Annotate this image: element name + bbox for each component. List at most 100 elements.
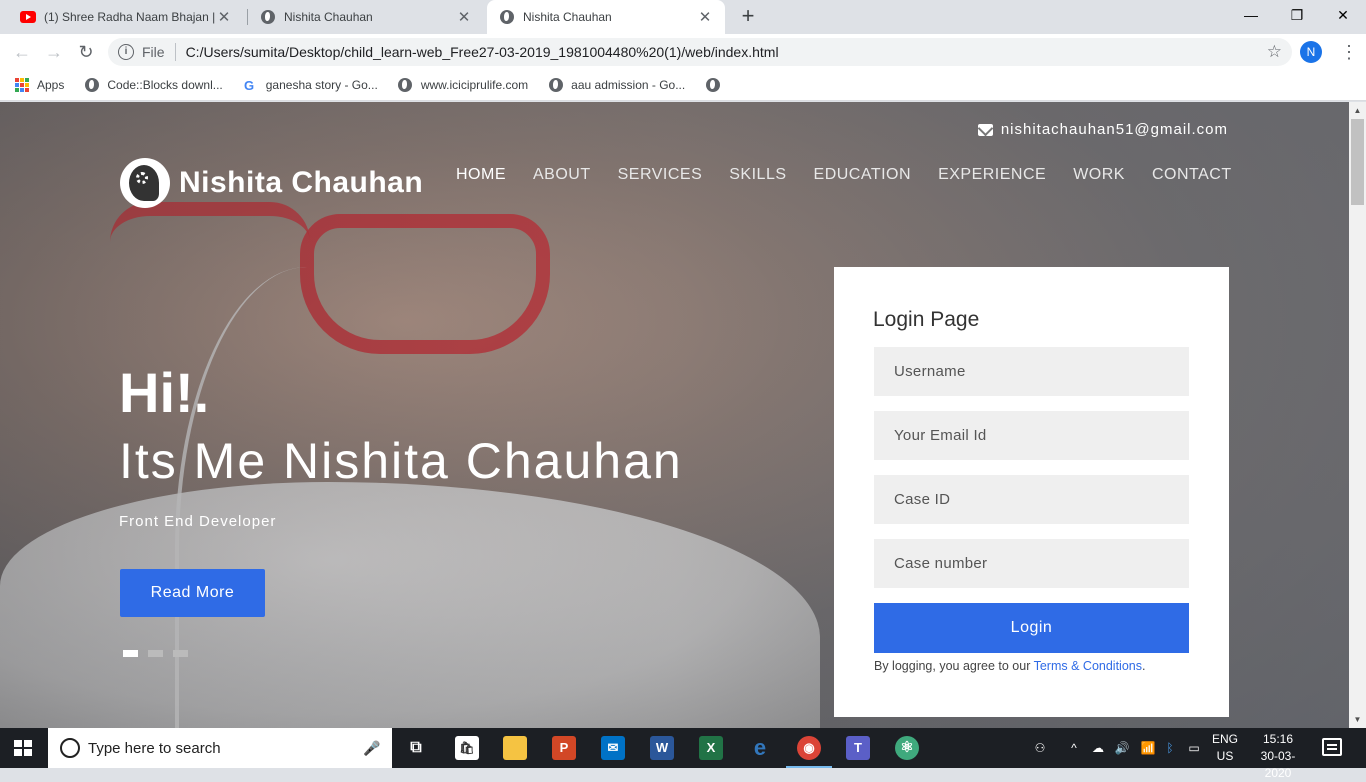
scroll-down-icon[interactable]: ▼ — [1349, 711, 1366, 728]
username-field[interactable]: Username — [874, 347, 1189, 396]
bluetooth-icon[interactable]: ᛒ — [1160, 728, 1180, 768]
teams-icon[interactable]: T — [846, 736, 870, 760]
close-tab-icon[interactable]: ✕ — [697, 8, 713, 26]
new-tab-button[interactable]: + — [736, 4, 760, 30]
clock[interactable]: 15:16 30-03-2020 — [1250, 731, 1306, 782]
lang-bottom: US — [1216, 749, 1234, 763]
google-icon: G — [243, 78, 258, 93]
nav-experience[interactable]: EXPERIENCE — [938, 166, 1046, 184]
globe-icon — [499, 9, 515, 25]
bookmarks-bar: Apps Code::Blocks downl... G ganesha sto… — [0, 70, 1366, 101]
mail-icon — [977, 123, 993, 136]
read-more-button[interactable]: Read More — [120, 569, 265, 617]
case-id-field[interactable]: Case ID — [874, 475, 1189, 524]
tab-youtube[interactable]: (1) Shree Radha Naam Bhajan || S ✕ — [8, 0, 244, 34]
info-icon[interactable]: i — [118, 44, 134, 60]
tab-label: (1) Shree Radha Naam Bhajan || S — [44, 10, 216, 24]
nav-contact[interactable]: CONTACT — [1152, 166, 1232, 184]
atom-icon[interactable]: ⚛ — [895, 736, 919, 760]
nav-about[interactable]: ABOUT — [533, 166, 591, 184]
hero-role: Front End Developer — [119, 513, 277, 530]
bookmark-aau[interactable]: aau admission - Go... — [548, 78, 685, 93]
bookmark-apps[interactable]: Apps — [14, 78, 64, 93]
task-view-icon[interactable]: ⧉ — [404, 736, 428, 760]
file-label: File — [142, 44, 165, 60]
powerpoint-icon[interactable]: P — [552, 736, 576, 760]
forward-button[interactable]: → — [42, 40, 66, 64]
header-email[interactable]: nishitachauhan51@gmail.com — [977, 121, 1228, 138]
battery-icon[interactable]: ▭ — [1184, 728, 1204, 768]
profile-avatar[interactable]: N — [1300, 41, 1322, 63]
bookmark-ganesha[interactable]: G ganesha story - Go... — [243, 78, 378, 93]
nav-services[interactable]: SERVICES — [618, 166, 703, 184]
browser-menu-icon[interactable]: ⋮ — [1340, 40, 1358, 64]
scroll-up-icon[interactable]: ▲ — [1349, 102, 1366, 119]
terms-link[interactable]: Terms & Conditions — [1034, 659, 1142, 673]
tab-nishita-1[interactable]: Nishita Chauhan ✕ — [248, 0, 484, 34]
nav-work[interactable]: WORK — [1073, 166, 1125, 184]
globe-icon — [705, 78, 720, 93]
bookmark-label: ganesha story - Go... — [265, 78, 378, 92]
notification-center-icon[interactable] — [1322, 738, 1342, 756]
case-number-field[interactable]: Case number — [874, 539, 1189, 588]
clock-time: 15:16 — [1262, 732, 1294, 746]
hero-greeting: Hi!. — [119, 361, 210, 424]
language-indicator[interactable]: ENG US — [1210, 731, 1240, 765]
lang-top: ENG — [1211, 732, 1238, 746]
word-icon[interactable]: W — [650, 736, 674, 760]
file-explorer-icon[interactable]: ▬ — [503, 736, 527, 760]
bookmark-codeblocks[interactable]: Code::Blocks downl... — [84, 78, 223, 93]
slider-dot[interactable] — [148, 650, 163, 657]
site-logo[interactable]: Nishita Chauhan — [120, 158, 423, 208]
minimize-button[interactable]: — — [1228, 0, 1274, 30]
close-tab-icon[interactable]: ✕ — [216, 8, 232, 26]
tab-nishita-active[interactable]: Nishita Chauhan ✕ — [487, 0, 725, 34]
bookmark-unnamed[interactable] — [705, 78, 728, 93]
back-button[interactable]: ← — [10, 40, 34, 64]
tab-label: Nishita Chauhan — [284, 10, 373, 24]
windows-start-icon[interactable] — [14, 740, 32, 756]
people-icon[interactable]: ⚇ — [1030, 728, 1050, 768]
slider-dot[interactable] — [173, 650, 188, 657]
mail-icon[interactable]: ✉ — [601, 736, 625, 760]
taskbar-search[interactable]: Type here to search 🎤 — [48, 728, 392, 768]
volume-icon[interactable]: 🔊 — [1112, 728, 1132, 768]
email-text: nishitachauhan51@gmail.com — [1000, 121, 1228, 138]
email-field[interactable]: Your Email Id — [874, 411, 1189, 460]
taskbar: Type here to search 🎤 ⧉ 🛍 ▬ P ✉ W X e ◉ … — [0, 728, 1366, 780]
login-title: Login Page — [873, 308, 980, 331]
store-icon[interactable]: 🛍 — [455, 736, 479, 760]
login-button[interactable]: Login — [874, 603, 1189, 653]
login-card: Login Page Username Your Email Id Case I… — [834, 267, 1229, 717]
excel-icon[interactable]: X — [699, 736, 723, 760]
globe-icon — [398, 78, 413, 93]
wifi-icon[interactable]: 📶 — [1138, 728, 1158, 768]
svg-text:G: G — [244, 78, 254, 92]
terms-text: By logging, you agree to our Terms & Con… — [874, 659, 1145, 673]
chrome-icon[interactable]: ◉ — [797, 736, 821, 760]
reload-button[interactable]: ↻ — [74, 40, 98, 64]
bookmark-label: www.iciciprulife.com — [420, 78, 529, 92]
nav-home[interactable]: HOME — [456, 166, 506, 184]
globe-icon — [548, 78, 563, 93]
edge-icon[interactable]: e — [748, 736, 772, 760]
scroll-thumb[interactable] — [1351, 119, 1364, 205]
tray-chevron-icon[interactable]: ^ — [1066, 728, 1082, 768]
page-scrollbar[interactable]: ▲ ▼ — [1349, 102, 1366, 728]
microphone-icon[interactable]: 🎤 — [360, 740, 384, 757]
bookmark-star-icon[interactable]: ☆ — [1267, 42, 1282, 62]
address-bar[interactable]: i File C:/Users/sumita/Desktop/child_lea… — [108, 38, 1292, 66]
maximize-button[interactable]: ❐ — [1274, 0, 1320, 30]
slider-dots — [123, 650, 198, 657]
nav-skills[interactable]: SKILLS — [729, 166, 786, 184]
tab-strip: (1) Shree Radha Naam Bhajan || S ✕ Nishi… — [0, 0, 1366, 34]
close-window-button[interactable]: ✕ — [1320, 0, 1366, 30]
onedrive-icon[interactable]: ☁ — [1088, 728, 1108, 768]
url-text[interactable]: C:/Users/sumita/Desktop/child_learn-web_… — [186, 44, 1267, 60]
brain-head-icon — [120, 158, 170, 208]
close-tab-icon[interactable]: ✕ — [456, 8, 472, 26]
slider-dot[interactable] — [123, 650, 138, 657]
youtube-icon — [20, 9, 36, 25]
nav-education[interactable]: EDUCATION — [814, 166, 912, 184]
bookmark-icici[interactable]: www.iciciprulife.com — [398, 78, 528, 93]
